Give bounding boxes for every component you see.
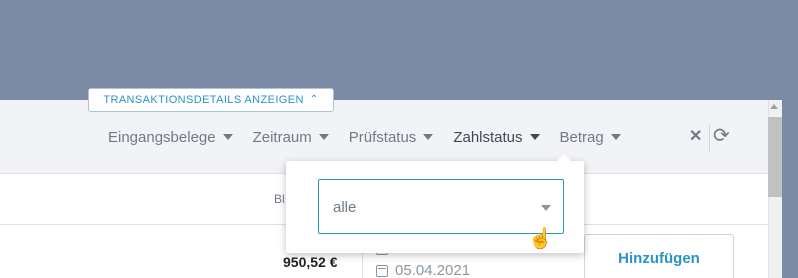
popover-arrow [556,154,572,162]
add-button[interactable]: Hinzufügen [584,234,734,278]
filter-label: Zahlstatus [453,128,523,146]
chevron-up-icon: ⌃ [309,93,319,105]
toggle-label: TRANSAKTIONSDETAILS ANZEIGEN [103,94,304,106]
filter-label: Eingangsbelege [108,128,216,146]
filter-label: Betrag [559,128,604,146]
caret-down-icon [610,134,621,140]
toggle-transaction-details-button[interactable]: TRANSAKTIONSDETAILS ANZEIGEN ⌃ [88,88,334,112]
filter-zahlstatus[interactable]: Zahlstatus [453,128,540,146]
modal-overlay [0,0,798,100]
filter-zeitraum[interactable]: Zeitraum [253,129,329,146]
caret-down-icon [318,134,329,140]
refresh-icon[interactable]: ⟳ [713,123,730,148]
date-value-2: 05.04.2021 [395,262,471,278]
sub-header-text: Bl [274,192,285,206]
filter-label: Zeitraum [252,128,312,146]
toolbar-divider [709,124,710,152]
clear-filters-close-icon[interactable]: ✕ [689,126,702,146]
caret-down-icon [423,134,434,140]
hand-cursor-icon: ☝ [528,228,553,250]
date-row-2: 05.04.2021 [376,262,470,278]
filter-label: Prüfstatus [348,128,417,146]
caret-down-icon [541,205,551,211]
filter-betrag[interactable]: Betrag [560,129,621,146]
transaction-amount: 950,52 € [283,254,338,270]
caret-down-icon [222,134,233,140]
filter-eingangsbelege[interactable]: Eingangsbelege [108,129,233,146]
caret-down-icon [529,134,540,140]
calendar-check-icon [376,264,388,277]
filter-bar: Eingangsbelege Zeitraum Prüfstatus Zahls… [108,126,641,148]
select-value: alle [333,199,357,216]
scroll-up-arrow-icon[interactable] [770,104,778,109]
scrollbar-thumb[interactable] [768,117,782,197]
filter-pruefstatus[interactable]: Prüfstatus [349,129,434,146]
